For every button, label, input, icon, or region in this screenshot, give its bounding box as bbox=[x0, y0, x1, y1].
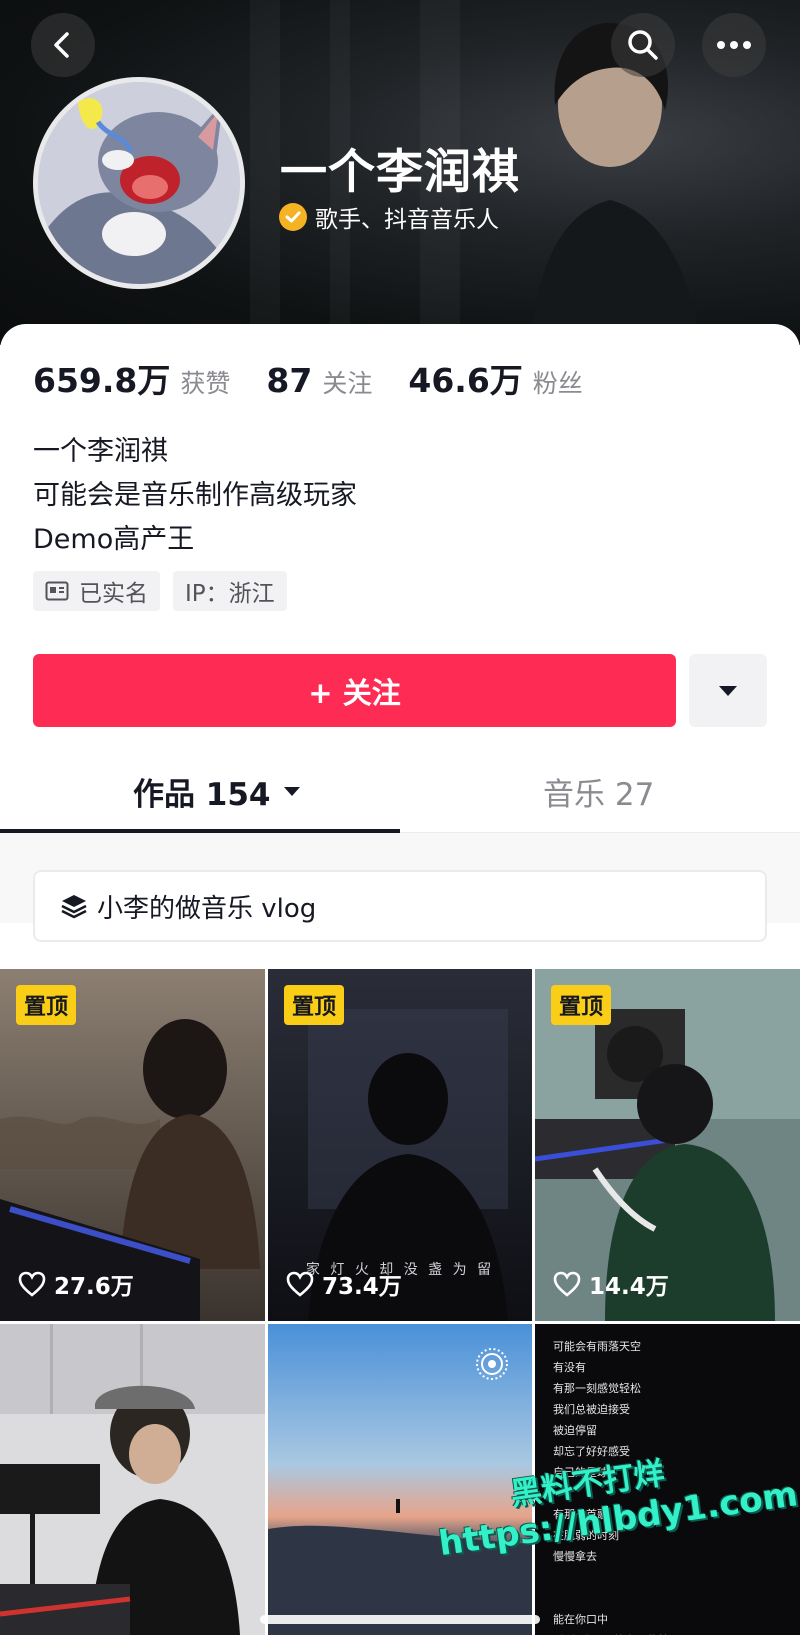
follow-button[interactable]: + 关注 bbox=[33, 654, 676, 727]
search-button[interactable] bbox=[611, 13, 675, 77]
heart-outline-icon bbox=[18, 1271, 46, 1297]
live-photo-icon bbox=[476, 1348, 508, 1380]
video-thumbnail bbox=[0, 1324, 265, 1635]
realname-tag[interactable]: 已实名 bbox=[33, 571, 160, 611]
video-likes: 14.4万 bbox=[553, 1267, 669, 1301]
pinned-badge: 置顶 bbox=[551, 985, 612, 1025]
verified-check-icon bbox=[279, 203, 307, 231]
stats-row: 659.8万 获赞 87 关注 46.6万 粉丝 bbox=[33, 354, 619, 402]
followers-count[interactable]: 46.6万 bbox=[408, 354, 522, 402]
avatar[interactable] bbox=[33, 77, 245, 289]
caret-down-icon bbox=[283, 786, 300, 796]
more-options-button[interactable] bbox=[702, 13, 766, 77]
video-likes-count: 73.4万 bbox=[322, 1274, 402, 1300]
video-tile[interactable]: 家 灯 火 却 没 盏 为 留 置顶 73.4万 bbox=[268, 969, 532, 1321]
following-count[interactable]: 87 bbox=[266, 361, 312, 400]
video-likes-count: 14.4万 bbox=[589, 1274, 669, 1300]
tab-works[interactable]: 作品 154 bbox=[133, 769, 303, 814]
video-tile[interactable]: 置顶 27.6万 bbox=[0, 969, 265, 1321]
bio-line: 可能会是音乐制作高级玩家 bbox=[33, 480, 357, 511]
home-indicator bbox=[260, 1615, 540, 1624]
realname-tag-label: 已实名 bbox=[79, 581, 148, 607]
bio: 一个李润祺 可能会是音乐制作高级玩家 Demo高产王 bbox=[33, 430, 357, 562]
collection-label: 小李的做音乐 vlog bbox=[97, 893, 317, 924]
video-tile[interactable]: 置顶 14.4万 bbox=[535, 969, 800, 1321]
background-light-stripe bbox=[250, 0, 280, 345]
bio-line: Demo高产王 bbox=[33, 524, 195, 555]
video-likes: 73.4万 bbox=[286, 1267, 402, 1301]
heart-outline-icon bbox=[286, 1271, 314, 1297]
profile-header: 一个李润祺 歌手、抖音音乐人 bbox=[0, 0, 800, 345]
back-arrow-icon bbox=[54, 32, 69, 58]
ip-location-tag: IP：浙江 bbox=[173, 571, 287, 611]
video-likes: 27.6万 bbox=[18, 1267, 134, 1301]
pinned-badge: 置顶 bbox=[16, 985, 77, 1025]
search-icon bbox=[628, 30, 658, 60]
likes-label: 获赞 bbox=[180, 369, 231, 398]
back-button[interactable] bbox=[31, 13, 95, 77]
header-background-photo bbox=[530, 22, 700, 340]
avatar-cartoon-cat-image bbox=[38, 82, 240, 284]
verified-title: 歌手、抖音音乐人 bbox=[315, 207, 499, 233]
id-card-icon bbox=[45, 581, 69, 601]
tab-works-label: 作品 154 bbox=[133, 777, 271, 813]
followers-label[interactable]: 粉丝 bbox=[533, 364, 583, 400]
verified-title-row: 歌手、抖音音乐人 bbox=[279, 200, 499, 234]
pinned-badge: 置顶 bbox=[284, 985, 345, 1025]
profile-tags: 已实名 IP：浙江 bbox=[33, 571, 300, 611]
collection-entry[interactable]: 小李的做音乐 vlog bbox=[33, 870, 767, 942]
tab-music[interactable]: 音乐 27 bbox=[543, 769, 654, 814]
video-tile[interactable] bbox=[0, 1324, 265, 1635]
caret-down-icon bbox=[719, 685, 737, 696]
follow-dropdown-button[interactable] bbox=[689, 654, 767, 727]
bio-line: 一个李润祺 bbox=[33, 436, 168, 467]
ip-location-label: IP：浙江 bbox=[185, 581, 275, 607]
tab-music-label: 音乐 27 bbox=[543, 777, 655, 813]
heart-outline-icon bbox=[553, 1271, 581, 1297]
profile-name: 一个李润祺 bbox=[280, 145, 520, 200]
more-dots-icon bbox=[717, 41, 751, 49]
video-likes-count: 27.6万 bbox=[54, 1274, 134, 1300]
layers-icon bbox=[61, 895, 87, 919]
likes-count: 659.8万 bbox=[33, 361, 171, 400]
following-label[interactable]: 关注 bbox=[322, 364, 372, 400]
follow-button-label: + 关注 bbox=[308, 675, 401, 710]
